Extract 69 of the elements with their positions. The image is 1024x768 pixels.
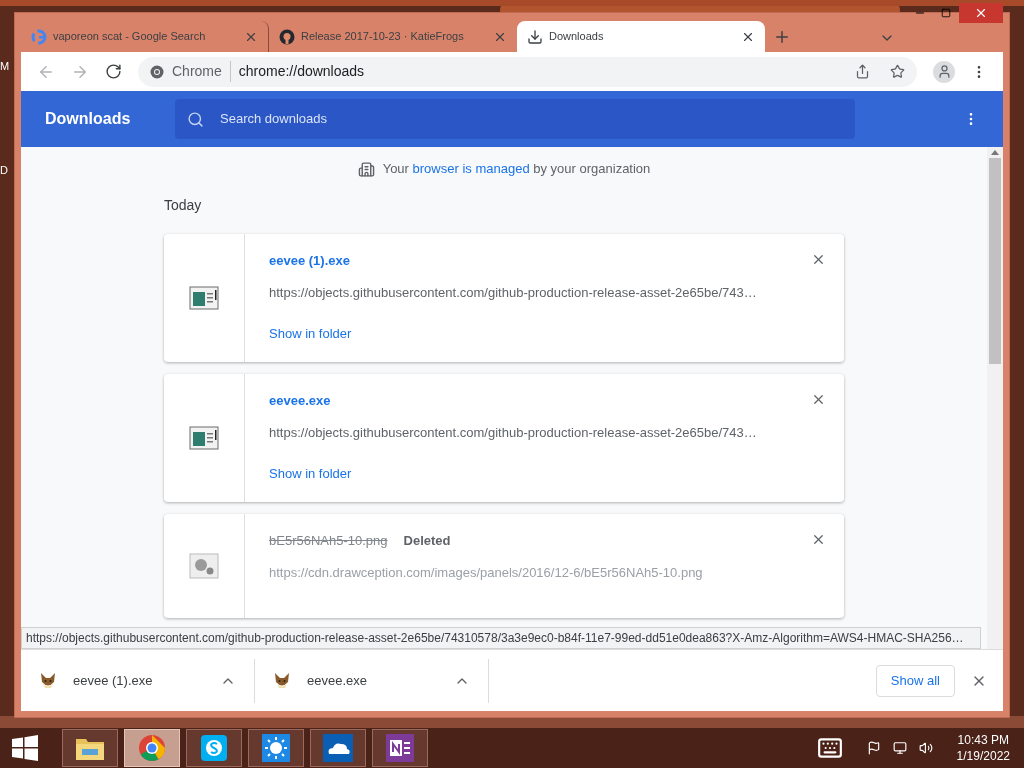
- search-field[interactable]: Search downloads: [220, 109, 843, 129]
- source-url: https://objects.githubusercontent.com/github-production-release-asset-2e65be/743…: [269, 283, 758, 302]
- browser-tab[interactable]: Downloads: [517, 21, 765, 52]
- sun-icon: [262, 734, 290, 762]
- new-tab-icon[interactable]: [773, 28, 791, 46]
- show-all-button[interactable]: Show all: [875, 664, 955, 697]
- desktop-icon-label: D: [0, 163, 8, 178]
- file-gear-icon: [189, 553, 219, 579]
- scrollbar[interactable]: [987, 147, 1003, 649]
- status-url: https://objects.githubusercontent.com/github-production-release-asset-2e65be/74310578/3a3e9ec0-b84f-11e7-99ed-dd51e0dea863?X-Amz-Algorithm=AWS4-HMAC-SHA256…: [26, 630, 964, 647]
- url-text: chrome://downloads: [238, 62, 366, 81]
- clock[interactable]: 10:43 PM 1/19/2022: [956, 732, 1010, 764]
- maximize-icon: [941, 8, 951, 18]
- program-window-icon: [189, 286, 219, 310]
- taskbar-app-button[interactable]: [186, 729, 242, 767]
- file-name-link[interactable]: eevee (1).exe: [269, 251, 350, 271]
- source-url: https://cdn.drawception.com/images/panels/2016/12-6/bE5r56NAh5-10.png: [269, 563, 704, 582]
- scroll-up-icon[interactable]: [991, 150, 999, 155]
- clock-time: 10:43 PM: [957, 732, 1009, 748]
- desktop-icon-label: M: [0, 59, 10, 74]
- source-url: https://objects.githubusercontent.com/github-production-release-asset-2e65be/743…: [269, 423, 758, 442]
- taskbar-app-button[interactable]: [248, 729, 304, 767]
- keyboard-icon[interactable]: [816, 735, 843, 761]
- network-icon[interactable]: [892, 741, 907, 755]
- flag-icon[interactable]: [866, 741, 881, 755]
- octocat-icon: [279, 28, 295, 45]
- tab-title: Release 2017-10-23 · KatieFrogs: [301, 29, 465, 45]
- file-name-link[interactable]: eevee.exe: [269, 391, 331, 411]
- cloud-icon: [323, 734, 353, 762]
- reload-icon[interactable]: [105, 63, 122, 80]
- notebook-icon: [386, 734, 414, 762]
- tab-title: vaporeon scat - Google Search: [53, 29, 207, 45]
- clock-date: 1/19/2022: [956, 748, 1010, 764]
- download-icon: [527, 28, 543, 45]
- fox-icon: [39, 671, 57, 690]
- fox-icon: [273, 671, 291, 690]
- search-bar[interactable]: Search downloads: [175, 99, 855, 139]
- share-icon[interactable]: [855, 64, 870, 79]
- search-icon: [187, 110, 204, 128]
- speech-s-icon: [200, 734, 228, 762]
- chrome-logo-icon: [150, 64, 164, 79]
- shelf-item[interactable]: eevee (1).exe: [21, 658, 255, 703]
- windows-logo-icon[interactable]: [12, 735, 38, 761]
- page-title: Downloads: [44, 109, 132, 129]
- google-icon: [31, 28, 47, 45]
- taskbar-app-button[interactable]: [62, 729, 118, 767]
- close-icon: [974, 6, 988, 20]
- chrome-icon: [138, 734, 166, 762]
- managed-notice: Your browser is managed by your organization: [382, 160, 651, 179]
- site-label: Chrome: [172, 61, 231, 82]
- managed-link[interactable]: browser is managed: [412, 161, 530, 177]
- show-in-folder-link[interactable]: Show in folder: [269, 324, 352, 344]
- taskbar-app-button[interactable]: [372, 729, 428, 767]
- browser-tab[interactable]: Release 2017-10-23 · KatieFrogs: [269, 21, 517, 52]
- building-icon: [357, 160, 375, 178]
- file-name: bE5r56NAh5-10.png: [269, 532, 388, 550]
- status-label: Deleted: [403, 532, 451, 550]
- shelf-file-name: eevee.exe: [307, 671, 368, 690]
- bookmark-star-icon[interactable]: [890, 64, 905, 79]
- profile-avatar-icon[interactable]: [933, 60, 955, 83]
- tab-title: Downloads: [549, 29, 605, 45]
- address-bar[interactable]: Chrome chrome://downloads: [138, 56, 917, 87]
- volume-icon[interactable]: [918, 741, 933, 755]
- show-in-folder-link[interactable]: Show in folder: [269, 464, 352, 484]
- section-heading: Today: [164, 196, 203, 215]
- shelf-file-name: eevee (1).exe: [73, 671, 154, 690]
- taskbar-app-button[interactable]: [310, 729, 366, 767]
- shelf-item[interactable]: eevee.exe: [255, 658, 489, 703]
- program-window-icon: [189, 426, 219, 450]
